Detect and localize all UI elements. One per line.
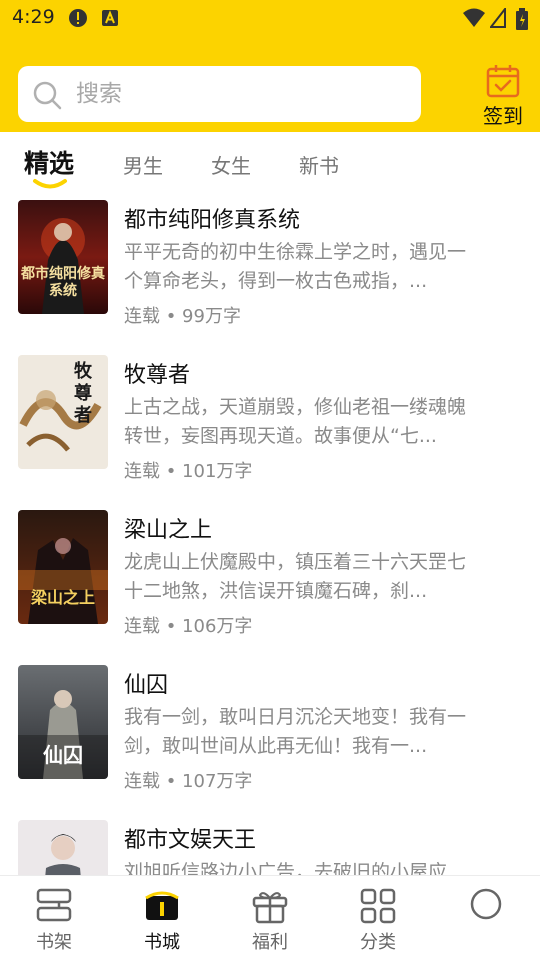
book-cover-title: 牧尊者 <box>74 361 92 426</box>
alert-icon <box>69 9 87 27</box>
book-cover[interactable]: 梁山之上 <box>18 510 108 624</box>
book-cover[interactable] <box>18 820 108 875</box>
signin-button[interactable]: 签到 <box>472 62 534 128</box>
app-header: 4:29 搜索 签到 <box>0 0 540 132</box>
signin-label: 签到 <box>483 104 523 128</box>
search-icon <box>33 81 62 110</box>
category-icon <box>360 888 396 924</box>
tab-female[interactable]: 女生 <box>211 150 251 179</box>
nav-bookstore[interactable]: 书城 <box>108 876 216 960</box>
search-input[interactable]: 搜索 <box>18 66 421 122</box>
book-title: 都市文娱天王 <box>124 828 257 853</box>
book-title: 仙囚 <box>124 673 169 698</box>
book-item[interactable]: 梁山之上 梁山之上 龙虎山上伏魔殿中，镇压着三十六天罡七十二地煞，洪信误开镇魔石… <box>0 500 540 655</box>
book-cover[interactable]: 牧尊者 <box>18 355 108 469</box>
tab-featured[interactable]: 精选 <box>24 144 74 180</box>
wifi-icon <box>463 8 485 27</box>
gift-icon <box>252 892 288 924</box>
book-item[interactable]: 牧尊者 牧尊者 上古之战，天道崩毁，修仙老祖一缕魂魄转世，妄图再现天道。故事便从… <box>0 345 540 500</box>
book-item[interactable]: 都市文娱天王 刘旭听信路边小广告，去破旧的小屋应... <box>0 810 540 875</box>
notification-a-icon <box>102 10 118 26</box>
book-description: 刘旭听信路边小广告，去破旧的小屋应... <box>124 861 466 875</box>
book-cover[interactable]: 都市纯阳修真系统 <box>18 200 108 314</box>
category-tabs: 精选 男生 女生 新书 <box>0 132 540 190</box>
book-item[interactable]: 仙囚 仙囚 我有一剑，敢叫日月沉沦天地变！我有一剑，敢叫世间从此再无仙！我有一.… <box>0 655 540 810</box>
status-bar: 4:29 <box>0 0 540 36</box>
book-cover-title: 梁山之上 <box>30 588 95 607</box>
profile-icon <box>470 888 502 920</box>
nav-profile[interactable] <box>432 876 540 960</box>
tab-new-books[interactable]: 新书 <box>299 150 339 179</box>
bookstore-icon <box>145 891 179 920</box>
bottom-navigation: 书架 书城 福利 分类 <box>0 875 540 960</box>
book-meta: 连载 • 101万字 <box>124 461 253 482</box>
book-cover[interactable]: 仙囚 <box>18 665 108 779</box>
status-time: 4:29 <box>12 6 55 28</box>
book-meta: 连载 • 106万字 <box>124 616 253 637</box>
calendar-check-icon <box>486 65 520 98</box>
book-title: 都市纯阳修真系统 <box>124 208 301 233</box>
nav-label: 分类 <box>360 932 396 953</box>
nav-label: 书架 <box>36 932 72 953</box>
nav-category[interactable]: 分类 <box>324 876 432 960</box>
nav-welfare[interactable]: 福利 <box>216 876 324 960</box>
nav-label: 书城 <box>144 932 180 953</box>
battery-icon <box>516 8 528 30</box>
book-list: 都市纯阳修真系统 都市纯阳修真系统 平平无奇的初中生徐霖上学之时，遇见一个算命老… <box>0 190 540 875</box>
book-meta: 连载 • 107万字 <box>124 771 253 792</box>
signal-icon <box>490 8 506 28</box>
active-tab-indicator <box>33 179 67 189</box>
book-description: 龙虎山上伏魔殿中，镇压着三十六天罡七十二地煞，洪信误开镇魔石碑，刹... <box>124 551 467 602</box>
book-cover-title: 仙囚 <box>43 743 83 767</box>
book-title: 牧尊者 <box>124 363 191 388</box>
book-meta: 连载 • 99万字 <box>124 306 241 327</box>
book-description: 我有一剑，敢叫日月沉沦天地变！我有一剑，敢叫世间从此再无仙！我有一... <box>124 706 467 757</box>
search-placeholder: 搜索 <box>76 81 122 107</box>
nav-label: 福利 <box>252 932 288 953</box>
book-title: 梁山之上 <box>124 518 213 543</box>
nav-bookshelf[interactable]: 书架 <box>0 876 108 960</box>
book-cover-image <box>18 820 108 875</box>
book-description: 平平无奇的初中生徐霖上学之时，遇见一个算命老头，得到一枚古色戒指，... <box>124 241 467 292</box>
bookshelf-icon <box>36 888 72 922</box>
book-cover-title: 都市纯阳修真系统 <box>21 266 105 299</box>
book-item[interactable]: 都市纯阳修真系统 都市纯阳修真系统 平平无奇的初中生徐霖上学之时，遇见一个算命老… <box>0 190 540 345</box>
tab-male[interactable]: 男生 <box>123 150 163 179</box>
book-description: 上古之战，天道崩毁，修仙老祖一缕魂魄转世，妄图再现天道。故事便从“七... <box>124 396 467 447</box>
